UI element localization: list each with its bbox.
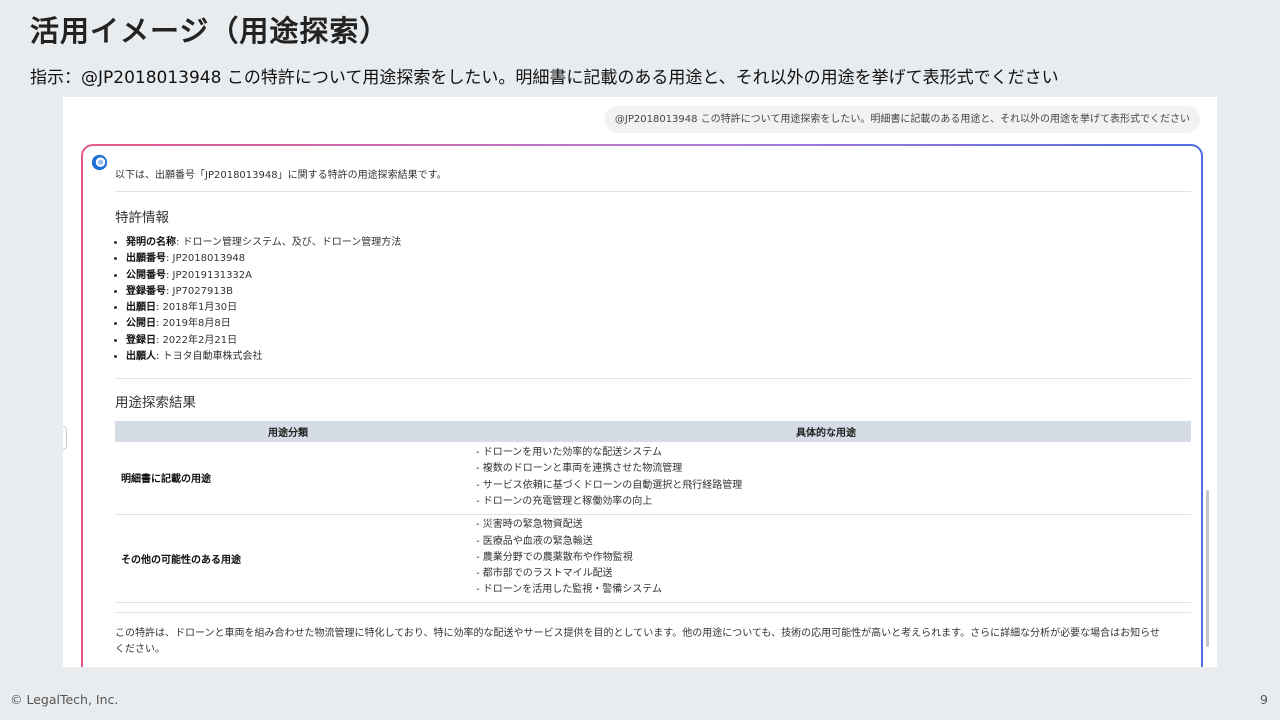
row-category: 明細書に記載の用途	[115, 442, 461, 515]
patent-field-publication-number: 公開番号: JP2019131332A	[126, 268, 401, 284]
side-panel-toggle[interactable]	[63, 426, 67, 450]
divider	[115, 378, 1191, 379]
patent-field-registration-number: 登録番号: JP7027913B	[126, 284, 401, 300]
response-intro: 以下は、出願番号「JP2018013948」に関する特許の用途探索結果です。	[115, 170, 447, 181]
patent-field-publication-date: 公開日: 2019年8月8日	[126, 316, 401, 332]
table-row: 明細書に記載の用途 - ドローンを用いた効率的な配送システム - 複数のドローン…	[115, 442, 1191, 515]
page-number: 9	[1260, 692, 1268, 707]
use-item: - ドローンを活用した監視・警備システム	[476, 584, 662, 596]
patent-field-registration-date: 登録日: 2022年2月21日	[126, 333, 401, 349]
use-item: - 災害時の緊急物資配送	[476, 519, 583, 531]
chat-screenshot: @JP2018013948 この特許について用途探索をしたい。明細書に記載のある…	[63, 97, 1217, 667]
patent-info-heading: 特許情報	[115, 210, 169, 226]
response-conclusion: この特許は、ドローンと車両を組み合わせた物流管理に特化しており、特に効率的な配送…	[115, 628, 1160, 655]
assistant-logo-icon	[91, 154, 108, 171]
use-item: - 都市部でのラストマイル配送	[476, 568, 613, 580]
patent-field-application-number: 出願番号: JP2018013948	[126, 251, 401, 267]
use-item: - ドローンを用いた効率的な配送システム	[476, 447, 662, 459]
instruction-text: 指示：@JP2018013948 この特許について用途探索をしたい。明細書に記載…	[30, 68, 1059, 88]
patent-field-filing-date: 出願日: 2018年1月30日	[126, 300, 401, 316]
uses-table: 用途分類 具体的な用途 明細書に記載の用途 - ドローンを用いた効率的な配送シス…	[115, 421, 1191, 603]
row-uses: - ドローンを用いた効率的な配送システム - 複数のドローンと車両を連携させた物…	[461, 442, 1191, 515]
user-prompt-bubble: @JP2018013948 この特許について用途探索をしたい。明細書に記載のある…	[604, 106, 1200, 133]
use-item: - 複数のドローンと車両を連携させた物流管理	[476, 463, 683, 475]
column-header-category: 用途分類	[115, 421, 461, 442]
use-item: - ドローンの充電管理と稼働効率の向上	[476, 496, 653, 508]
divider	[115, 612, 1191, 613]
slide-title: 活用イメージ（用途探索）	[30, 14, 390, 48]
row-category: その他の可能性のある用途	[115, 514, 461, 603]
assistant-response-card: 以下は、出願番号「JP2018013948」に関する特許の用途探索結果です。 特…	[81, 144, 1203, 667]
column-header-uses: 具体的な用途	[461, 421, 1191, 442]
patent-field-title: 発明の名称: ドローン管理システム、及び、ドローン管理方法	[126, 235, 401, 251]
use-item: - 医療品や血液の緊急輸送	[476, 535, 593, 547]
divider	[115, 191, 1191, 192]
results-heading: 用途探索結果	[115, 395, 196, 411]
row-uses: - 災害時の緊急物資配送 - 医療品や血液の緊急輸送 - 農業分野での農薬散布や…	[461, 514, 1191, 603]
copyright: © LegalTech, Inc.	[10, 692, 119, 707]
use-item: - サービス依頼に基づくドローンの自動選択と飛行経路管理	[476, 479, 743, 491]
patent-info-list: 発明の名称: ドローン管理システム、及び、ドローン管理方法 出願番号: JP20…	[110, 235, 401, 365]
patent-field-applicant: 出願人: トヨタ自動車株式会社	[126, 349, 401, 365]
scrollbar[interactable]	[1206, 490, 1209, 647]
table-row: その他の可能性のある用途 - 災害時の緊急物資配送 - 医療品や血液の緊急輸送 …	[115, 514, 1191, 603]
use-item: - 農業分野での農薬散布や作物監視	[476, 551, 633, 563]
